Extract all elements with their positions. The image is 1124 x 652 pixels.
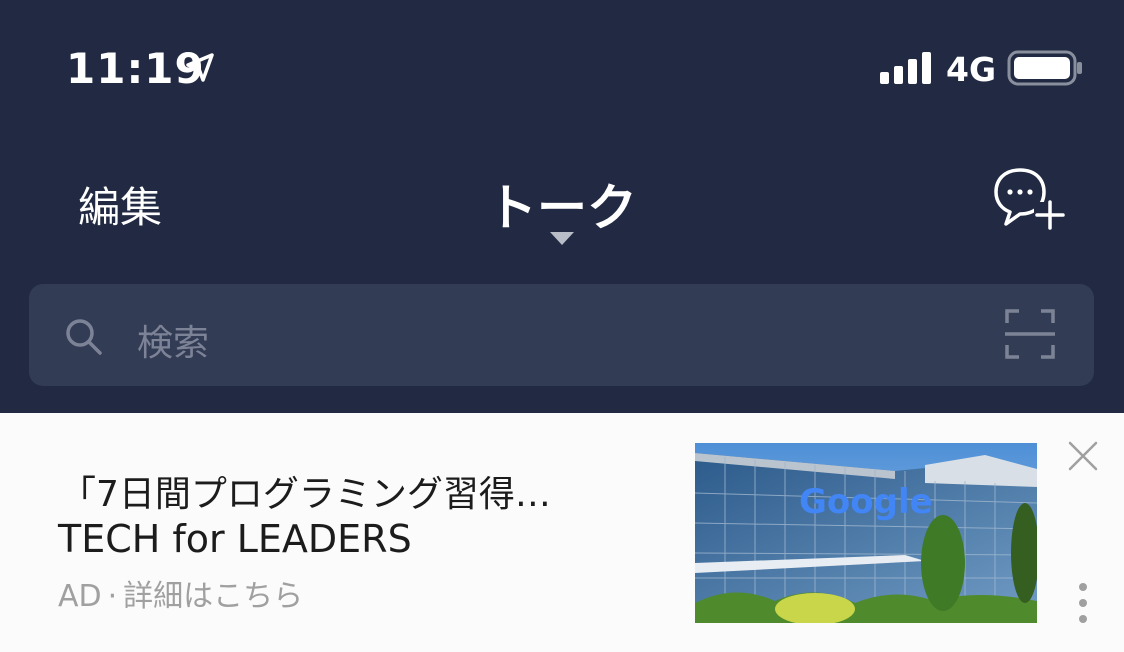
- location-arrow-icon: [186, 53, 214, 82]
- ad-image-text: Google: [799, 482, 933, 522]
- search-placeholder: 検索: [137, 323, 210, 364]
- battery-icon: [1007, 50, 1082, 86]
- signal-bars-icon: [880, 52, 931, 84]
- page-title[interactable]: トーク: [462, 168, 662, 240]
- ad-title[interactable]: 「7日間プログラミング習得…: [60, 465, 551, 517]
- search-input[interactable]: 検索: [29, 284, 1094, 386]
- ad-meta: AD · 詳細はこちら: [58, 571, 303, 615]
- header: 11:19 4G 編集 トーク 検索: [0, 0, 1124, 413]
- search-icon: [66, 319, 102, 355]
- ad-image[interactable]: Google: [695, 443, 1037, 623]
- chevron-down-icon[interactable]: [550, 232, 574, 246]
- edit-button[interactable]: 編集: [78, 174, 162, 235]
- ad-separator: ·: [107, 579, 118, 614]
- svg-text:Google: Google: [799, 482, 933, 522]
- ad-details-link[interactable]: 詳細はこちら: [123, 579, 303, 614]
- network-type: 4G: [946, 50, 997, 89]
- ad-badge: AD: [58, 579, 102, 614]
- ad-banner[interactable]: 「7日間プログラミング習得… TECH for LEADERS AD · 詳細はこち…: [0, 413, 1124, 652]
- more-vertical-icon[interactable]: [1076, 581, 1090, 631]
- new-chat-icon[interactable]: [990, 164, 1070, 234]
- close-icon[interactable]: [1066, 439, 1100, 473]
- scan-icon[interactable]: [1005, 309, 1055, 359]
- ad-sponsor[interactable]: TECH for LEADERS: [58, 517, 412, 561]
